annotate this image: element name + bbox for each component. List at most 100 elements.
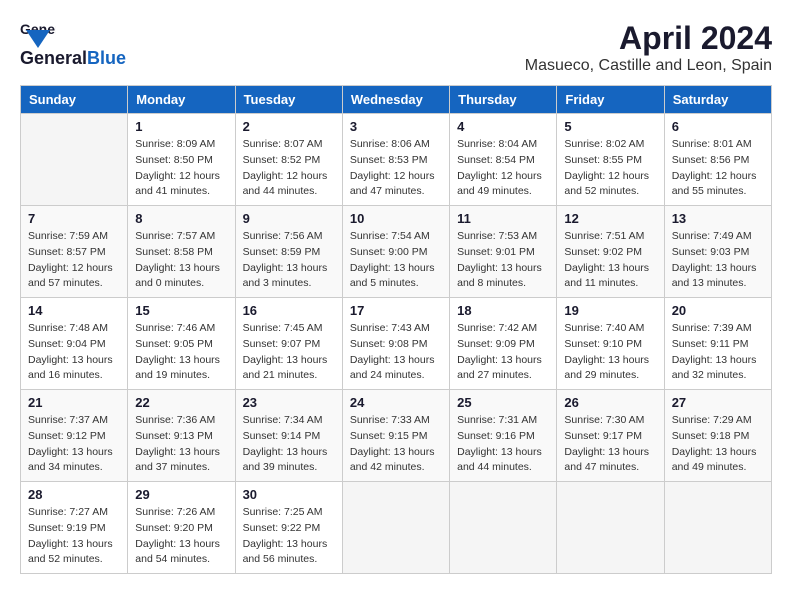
day-info: Sunrise: 7:42 AM Sunset: 9:09 PM Dayligh…	[457, 321, 549, 384]
day-info: Sunrise: 7:33 AM Sunset: 9:15 PM Dayligh…	[350, 413, 442, 476]
day-number: 26	[564, 395, 656, 410]
day-info: Sunrise: 7:40 AM Sunset: 9:10 PM Dayligh…	[564, 321, 656, 384]
day-number: 4	[457, 119, 549, 134]
week-row-5: 28Sunrise: 7:27 AM Sunset: 9:19 PM Dayli…	[21, 482, 772, 574]
day-cell: 8 Sunrise: 7:57 AM Sunset: 8:58 PM Daylig…	[128, 206, 235, 298]
day-info: Sunrise: 8:07 AM Sunset: 8:52 PM Dayligh…	[243, 137, 335, 200]
day-number: 11	[457, 211, 549, 226]
day-cell: 12 Sunrise: 7:51 AM Sunset: 9:02 PM Dayli…	[557, 206, 664, 298]
logo-general: General	[20, 48, 87, 69]
day-cell: 24 Sunrise: 7:33 AM Sunset: 9:15 PM Dayli…	[342, 390, 449, 482]
day-info: Sunrise: 8:06 AM Sunset: 8:53 PM Dayligh…	[350, 137, 442, 200]
month-title: April 2024	[525, 20, 772, 57]
day-cell: 11Sunrise: 7:53 AM Sunset: 9:01 PM Dayli…	[450, 206, 557, 298]
day-info: Sunrise: 7:59 AM Sunset: 8:57 PM Dayligh…	[28, 229, 120, 292]
day-cell: 25Sunrise: 7:31 AM Sunset: 9:16 PM Dayli…	[450, 390, 557, 482]
calendar: SundayMondayTuesdayWednesdayThursdayFrid…	[20, 85, 772, 574]
column-header-tuesday: Tuesday	[235, 86, 342, 114]
day-cell: 17 Sunrise: 7:43 AM Sunset: 9:08 PM Dayli…	[342, 298, 449, 390]
day-number: 23	[243, 395, 335, 410]
day-info: Sunrise: 7:54 AM Sunset: 9:00 PM Dayligh…	[350, 229, 442, 292]
day-cell: 15 Sunrise: 7:46 AM Sunset: 9:05 PM Dayli…	[128, 298, 235, 390]
day-info: Sunrise: 8:09 AM Sunset: 8:50 PM Dayligh…	[135, 137, 227, 200]
day-number: 12	[564, 211, 656, 226]
day-number: 18	[457, 303, 549, 318]
day-cell: 7 Sunrise: 7:59 AM Sunset: 8:57 PM Daylig…	[21, 206, 128, 298]
column-header-friday: Friday	[557, 86, 664, 114]
column-header-thursday: Thursday	[450, 86, 557, 114]
column-header-monday: Monday	[128, 86, 235, 114]
day-info: Sunrise: 7:37 AM Sunset: 9:12 PM Dayligh…	[28, 413, 120, 476]
day-number: 19	[564, 303, 656, 318]
day-number: 27	[672, 395, 764, 410]
day-cell	[557, 482, 664, 574]
day-info: Sunrise: 7:45 AM Sunset: 9:07 PM Dayligh…	[243, 321, 335, 384]
day-cell	[450, 482, 557, 574]
day-number: 6	[672, 119, 764, 134]
day-number: 22	[135, 395, 227, 410]
day-cell: 14 Sunrise: 7:48 AM Sunset: 9:04 PM Dayli…	[21, 298, 128, 390]
week-row-2: 7 Sunrise: 7:59 AM Sunset: 8:57 PM Daylig…	[21, 206, 772, 298]
day-cell: 2 Sunrise: 8:07 AM Sunset: 8:52 PM Daylig…	[235, 114, 342, 206]
day-info: Sunrise: 8:04 AM Sunset: 8:54 PM Dayligh…	[457, 137, 549, 200]
day-info: Sunrise: 7:29 AM Sunset: 9:18 PM Dayligh…	[672, 413, 764, 476]
location: Masueco, Castille and Leon, Spain	[525, 57, 772, 75]
day-info: Sunrise: 7:48 AM Sunset: 9:04 PM Dayligh…	[28, 321, 120, 384]
day-number: 17	[350, 303, 442, 318]
day-cell	[664, 482, 771, 574]
day-cell: 30Sunrise: 7:25 AM Sunset: 9:22 PM Dayli…	[235, 482, 342, 574]
day-info: Sunrise: 7:36 AM Sunset: 9:13 PM Dayligh…	[135, 413, 227, 476]
day-number: 5	[564, 119, 656, 134]
day-info: Sunrise: 7:43 AM Sunset: 9:08 PM Dayligh…	[350, 321, 442, 384]
day-info: Sunrise: 8:01 AM Sunset: 8:56 PM Dayligh…	[672, 137, 764, 200]
day-cell: 18 Sunrise: 7:42 AM Sunset: 9:09 PM Dayli…	[450, 298, 557, 390]
week-row-4: 21 Sunrise: 7:37 AM Sunset: 9:12 PM Dayli…	[21, 390, 772, 482]
column-header-saturday: Saturday	[664, 86, 771, 114]
day-number: 13	[672, 211, 764, 226]
day-info: Sunrise: 7:49 AM Sunset: 9:03 PM Dayligh…	[672, 229, 764, 292]
day-info: Sunrise: 7:31 AM Sunset: 9:16 PM Dayligh…	[457, 413, 549, 476]
day-cell: 27 Sunrise: 7:29 AM Sunset: 9:18 PM Dayli…	[664, 390, 771, 482]
column-header-wednesday: Wednesday	[342, 86, 449, 114]
day-cell: 9 Sunrise: 7:56 AM Sunset: 8:59 PM Daylig…	[235, 206, 342, 298]
day-info: Sunrise: 7:39 AM Sunset: 9:11 PM Dayligh…	[672, 321, 764, 384]
day-cell	[342, 482, 449, 574]
day-number: 28	[28, 487, 120, 502]
day-cell: 19 Sunrise: 7:40 AM Sunset: 9:10 PM Dayli…	[557, 298, 664, 390]
day-number: 24	[350, 395, 442, 410]
day-info: Sunrise: 7:34 AM Sunset: 9:14 PM Dayligh…	[243, 413, 335, 476]
day-info: Sunrise: 7:46 AM Sunset: 9:05 PM Dayligh…	[135, 321, 227, 384]
day-cell: 28Sunrise: 7:27 AM Sunset: 9:19 PM Dayli…	[21, 482, 128, 574]
title-area: April 2024 Masueco, Castille and Leon, S…	[525, 20, 772, 75]
day-cell: 20 Sunrise: 7:39 AM Sunset: 9:11 PM Dayli…	[664, 298, 771, 390]
day-number: 21	[28, 395, 120, 410]
day-info: Sunrise: 7:56 AM Sunset: 8:59 PM Dayligh…	[243, 229, 335, 292]
week-row-1: 1 Sunrise: 8:09 AM Sunset: 8:50 PM Daylig…	[21, 114, 772, 206]
day-number: 20	[672, 303, 764, 318]
calendar-header: SundayMondayTuesdayWednesdayThursdayFrid…	[21, 86, 772, 114]
day-info: Sunrise: 8:02 AM Sunset: 8:55 PM Dayligh…	[564, 137, 656, 200]
day-number: 2	[243, 119, 335, 134]
day-number: 7	[28, 211, 120, 226]
day-cell: 5 Sunrise: 8:02 AM Sunset: 8:55 PM Daylig…	[557, 114, 664, 206]
day-number: 15	[135, 303, 227, 318]
day-number: 16	[243, 303, 335, 318]
day-info: Sunrise: 7:30 AM Sunset: 9:17 PM Dayligh…	[564, 413, 656, 476]
day-cell: 4 Sunrise: 8:04 AM Sunset: 8:54 PM Daylig…	[450, 114, 557, 206]
day-cell: 1 Sunrise: 8:09 AM Sunset: 8:50 PM Daylig…	[128, 114, 235, 206]
day-cell: 6 Sunrise: 8:01 AM Sunset: 8:56 PM Daylig…	[664, 114, 771, 206]
day-number: 9	[243, 211, 335, 226]
day-number: 8	[135, 211, 227, 226]
calendar-header-row: SundayMondayTuesdayWednesdayThursdayFrid…	[21, 86, 772, 114]
day-number: 30	[243, 487, 335, 502]
day-cell: 21 Sunrise: 7:37 AM Sunset: 9:12 PM Dayli…	[21, 390, 128, 482]
day-number: 3	[350, 119, 442, 134]
day-info: Sunrise: 7:57 AM Sunset: 8:58 PM Dayligh…	[135, 229, 227, 292]
day-info: Sunrise: 7:51 AM Sunset: 9:02 PM Dayligh…	[564, 229, 656, 292]
logo-icon: General	[20, 20, 56, 48]
day-number: 14	[28, 303, 120, 318]
day-cell: 23 Sunrise: 7:34 AM Sunset: 9:14 PM Dayli…	[235, 390, 342, 482]
day-number: 1	[135, 119, 227, 134]
day-cell	[21, 114, 128, 206]
day-cell: 22 Sunrise: 7:36 AM Sunset: 9:13 PM Dayli…	[128, 390, 235, 482]
